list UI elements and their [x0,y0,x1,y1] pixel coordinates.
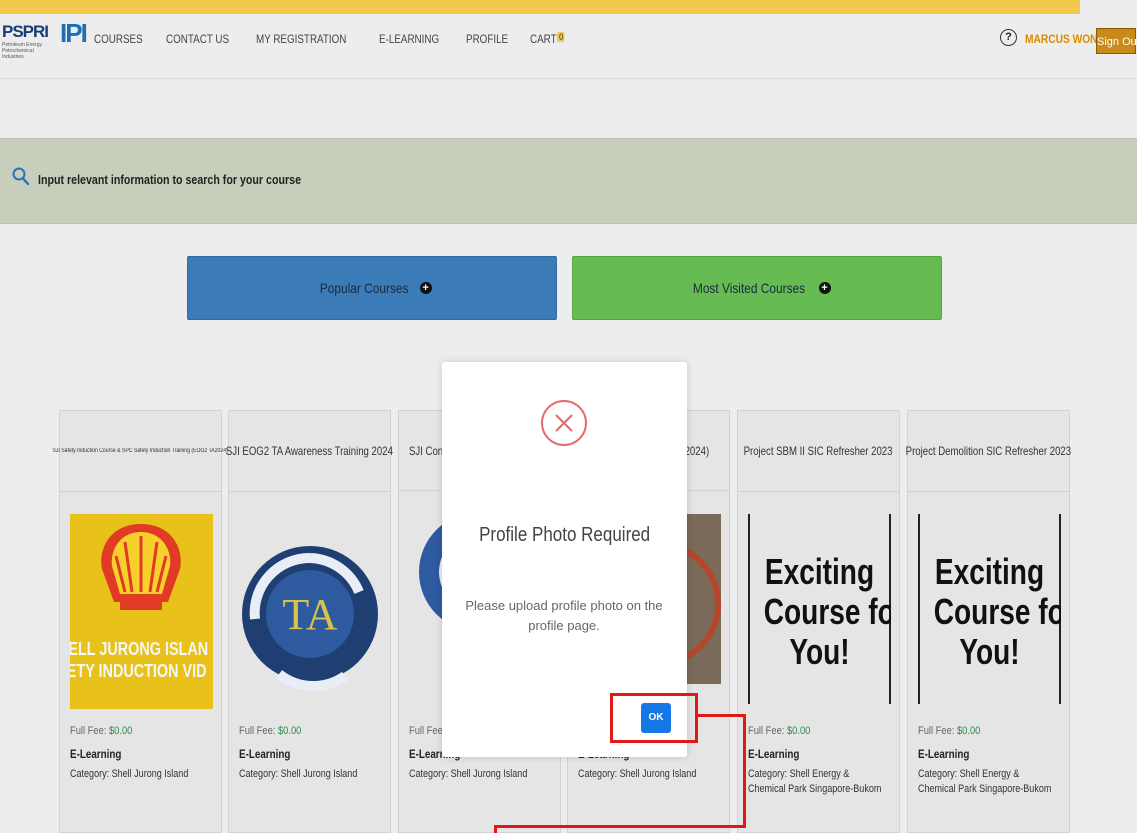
popular-courses-button[interactable]: Popular Courses + [187,256,557,320]
svg-text:TA: TA [282,590,337,639]
course-fee: Full Fee: $0.00 [239,725,302,737]
course-card-title: SJI Safety Induction Course & SPC Safety… [53,411,228,492]
course-type: E-Learning [239,747,291,761]
nav-courses[interactable]: COURSES [94,32,143,46]
nav-e-learning[interactable]: E-LEARNING [379,32,439,46]
plus-circle-icon: + [419,282,432,294]
ipi-logo-text: IPI [60,18,88,48]
modal-title: Profile Photo Required [478,524,651,546]
top-accent-strip [0,0,1080,14]
nav-profile[interactable]: PROFILE [466,32,508,46]
ipi-logo[interactable]: IPI [60,20,88,64]
course-card-title: SJI EOG2 TA Awareness Training 2024 [226,411,393,492]
annotation-highlight-box [610,693,698,743]
course-card-image[interactable]: HELL JURONG ISLAN FETY INDUCTION VID [70,514,213,709]
course-type: E-Learning [748,747,800,761]
modal-message: Please upload profile photo on the profi… [465,598,663,633]
course-card[interactable]: Project Demolition SIC Refresher 2023 Ex… [906,410,1071,833]
nav-contact-us[interactable]: CONTACT US [166,32,229,46]
help-icon[interactable]: ? [1000,29,1017,46]
course-card-image[interactable]: TA [239,514,382,709]
cart-count-badge: 0 [557,32,566,42]
course-image-caption: Exciting Course for You! [763,551,891,672]
course-fee: Full Fee: [409,725,446,737]
nav-cart-label: CART [530,32,557,46]
user-name-link[interactable]: MARCUS WONG [1025,32,1105,46]
course-card[interactable]: SJI EOG2 TA Awareness Training 2024 TA F… [226,410,393,833]
course-category: Category: Shell Jurong Island [409,768,528,780]
annotation-connector-line [698,714,746,717]
course-category: Category: Shell Energy & Chemical Park S… [748,768,882,795]
course-card-title: Project SBM II SIC Refresher 2023 [738,411,899,492]
course-fee: Full Fee: $0.00 [70,725,133,737]
course-card-title: Project Demolition SIC Refresher 2023 [906,411,1071,492]
course-category: Category: Shell Energy & Chemical Park S… [918,768,1052,795]
popular-courses-label: Popular Courses [320,280,409,296]
shell-logo-icon [101,524,181,610]
pspri-logo-subtext: Petroleum Energy Petrochemical Industrie… [2,42,43,60]
sign-out-button[interactable]: Sign Out [1096,28,1137,54]
annotation-connector-line [743,714,746,828]
nav-cart[interactable]: CART 0 [530,32,566,46]
error-x-icon [541,400,587,446]
course-type: E-Learning [918,747,970,761]
course-fee: Full Fee: $0.00 [748,725,811,737]
course-image-caption: HELL JURONG ISLAN FETY INDUCTION VID [70,639,209,681]
course-category: Category: Shell Jurong Island [239,768,358,780]
main-nav: COURSES CONTACT US MY REGISTRATION E-LEA… [94,32,586,46]
annotation-connector-line [494,825,746,828]
course-card[interactable]: SJI Safety Induction Course & SPC Safety… [53,410,228,833]
course-fee: Full Fee: $0.00 [918,725,981,737]
pspri-logo-text: PSPRI [2,22,49,41]
search-icon [12,167,30,192]
course-search-bar[interactable]: Input relevant information to search for… [0,138,1137,224]
most-visited-courses-label: Most Visited Courses [693,280,806,296]
course-card-image[interactable]: Exciting Course for You! [918,514,1061,709]
course-image-caption: Exciting Course for You! [933,551,1061,672]
plus-circle-icon: + [818,282,831,294]
course-type: E-Learning [70,747,122,761]
annotation-connector-line [494,825,497,833]
course-category: Category: Shell Jurong Island [70,768,189,780]
course-card[interactable]: Project SBM II SIC Refresher 2023 Exciti… [737,410,900,833]
nav-my-registration[interactable]: MY REGISTRATION [256,32,346,46]
pspri-logo[interactable]: PSPRI Petroleum Energy Petrochemical Ind… [2,22,54,66]
most-visited-courses-button[interactable]: Most Visited Courses + [572,256,942,320]
course-card-image[interactable]: Exciting Course for You! [748,514,891,709]
course-category: Category: Shell Jurong Island [578,768,697,780]
reliability-ta-badge-icon: TA [239,514,382,709]
navbar: PSPRI Petroleum Energy Petrochemical Ind… [0,14,1137,79]
search-prompt: Input relevant information to search for… [38,172,302,187]
